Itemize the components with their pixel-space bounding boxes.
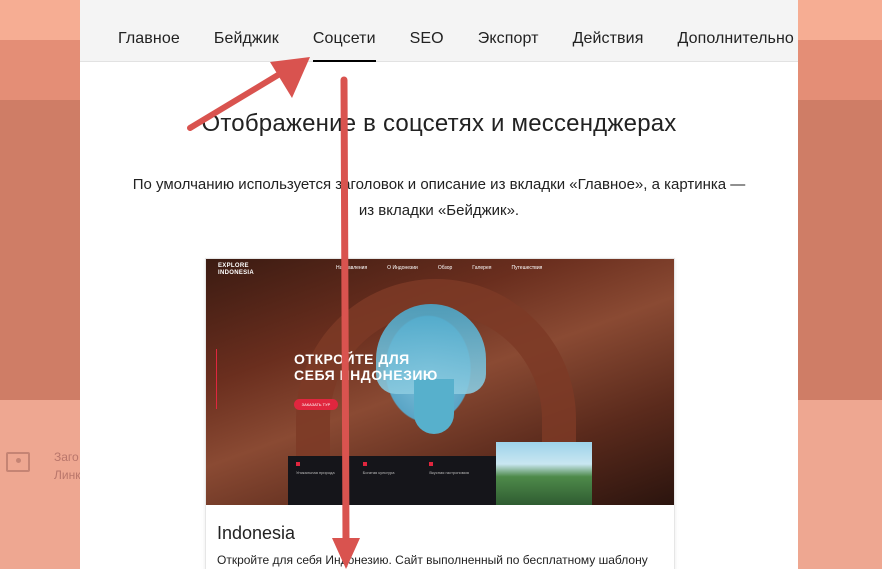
tab-actions[interactable]: Действия (573, 0, 644, 62)
feature-icon (296, 462, 300, 466)
tab-export[interactable]: Экспорт (478, 0, 539, 62)
preview-description: Откройте для себя Индонезию. Сайт выполн… (217, 553, 648, 567)
site-nav-item: Галерея (472, 265, 492, 271)
settings-modal: Главное Бейджик Соцсети SEO Экспорт Дейс… (80, 0, 798, 569)
background-settings-item: Заго Линк (6, 448, 80, 484)
site-nav-item: Путешествия (511, 265, 543, 271)
tab-bar: Главное Бейджик Соцсети SEO Экспорт Дейс… (80, 0, 798, 62)
tab-social[interactable]: Соцсети (312, 0, 376, 62)
section-description: По умолчанию используется заголовок и оп… (132, 176, 746, 219)
hero-heading: ОТКРОЙТЕ ДЛЯ СЕБЯ ИНДОНЕЗИЮ (294, 351, 438, 383)
cta-button: ЗАКАЗАТЬ ТУР (294, 399, 338, 410)
site-nav: Направления О Индонезии Обзор Галерея Пу… (336, 265, 542, 271)
sky-opening (414, 379, 454, 434)
feature-item: Уникальная природа (296, 462, 355, 499)
site-nav-item: Направления (336, 265, 368, 271)
features-bar: Уникальная природа Богатая культура Вкус… (288, 456, 496, 505)
background-text: Заго (54, 450, 79, 464)
social-preview-card: EXPLORE INDONESIA Направления О Индонези… (205, 258, 675, 569)
tab-main[interactable]: Главное (118, 0, 180, 62)
site-nav-item: Обзор (437, 265, 453, 271)
feature-item: Богатая культура (362, 462, 422, 499)
side-line (216, 349, 217, 409)
background-text: Линк (54, 468, 81, 482)
site-logo: EXPLORE INDONESIA (218, 263, 255, 276)
section-title: Отображение в соцсетях и мессенджерах (201, 110, 677, 137)
preview-icon (6, 452, 30, 472)
feature-icon (429, 462, 434, 466)
tab-badge[interactable]: Бейджик (214, 0, 279, 62)
preview-image: EXPLORE INDONESIA Направления О Индонези… (206, 259, 674, 505)
paraglider-photo (496, 442, 592, 505)
feature-item: Вкусная гастрономия (429, 462, 488, 499)
tab-seo[interactable]: SEO (410, 0, 444, 62)
site-nav-item: О Индонезии (387, 265, 418, 271)
preview-title: Indonesia (217, 523, 296, 543)
feature-icon (362, 462, 367, 466)
tab-additional[interactable]: Дополнительно (677, 0, 793, 62)
